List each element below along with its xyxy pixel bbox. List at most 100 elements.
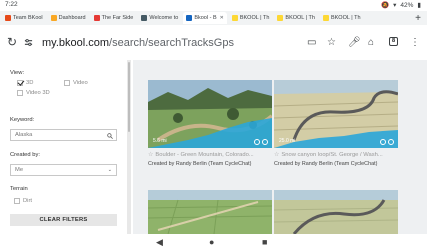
3d-badge-icon <box>254 139 260 145</box>
track-preview-image <box>274 190 398 234</box>
tab-favicon <box>5 15 11 21</box>
clear-filters-button[interactable]: CLEAR FILTERS <box>10 214 117 226</box>
tab-favicon <box>231 15 238 21</box>
keyword-label: Keyword: <box>10 117 35 123</box>
tab-favicon <box>186 15 193 21</box>
status-time: 7:22 <box>5 1 18 8</box>
keyword-value: Alaska <box>15 132 33 138</box>
view-option-3d[interactable]: 3D <box>17 80 33 86</box>
tab-label: Team BKool <box>13 15 43 21</box>
tab-label: BKOOL | Th <box>285 15 315 21</box>
track-thumbnail[interactable] <box>274 190 398 234</box>
track-title[interactable]: Boulder - Green Mountain, Colorado... <box>155 152 253 158</box>
terrain-label: Terrain <box>10 186 28 192</box>
track-card[interactable]: 5.6 mi ☆ Boulder - Green Mountain, Colora… <box>148 80 272 180</box>
tab-strip: Team BKool Dashboard The Far Side Welcom… <box>0 11 427 25</box>
track-title-row: ☆ Snow canyon loop/St. George / Wash... <box>274 151 398 159</box>
battery-level: 42% <box>400 1 414 9</box>
tab-label: Bkool - B <box>194 15 217 21</box>
tab-5[interactable]: BKOOL | Th <box>229 12 273 24</box>
wifi-icon: ▾ <box>393 2 397 9</box>
system-nav-bar: ◀ ● ■ <box>0 234 427 250</box>
tab-6[interactable]: BKOOL | Th <box>274 12 318 24</box>
chevron-down-icon: ⌄ <box>107 167 112 173</box>
url-path: /search/searchTracksGps <box>109 37 234 49</box>
star-icon[interactable]: ☆ <box>148 151 153 158</box>
checkbox-label: Dirt <box>23 198 33 204</box>
filter-sidebar: View: 3D Video Video 3D Keyword: Alaska … <box>0 60 126 234</box>
tab-favicon <box>322 15 329 21</box>
url-host: my.bkool.com <box>42 37 110 49</box>
view-label: View: <box>10 70 25 76</box>
url-field[interactable]: my.bkool.com/search/searchTracksGps <box>42 37 234 49</box>
home-button-icon[interactable]: ● <box>209 237 214 247</box>
track-card[interactable] <box>148 190 272 234</box>
tab-switcher-button[interactable]: 8 <box>389 37 398 46</box>
track-title-row: ☆ Boulder - Green Mountain, Colorado... <box>148 151 272 159</box>
track-thumbnail[interactable]: 25.0 mi <box>274 80 398 148</box>
tab-favicon <box>93 15 100 21</box>
page-content: View: 3D Video Video 3D Keyword: Alaska … <box>0 60 427 234</box>
created-by-select[interactable]: Me ⌄ <box>10 164 117 176</box>
reload-icon[interactable]: ↻ <box>7 35 17 49</box>
address-bar: ↻ my.bkool.com/search/searchTracksGps ▭ … <box>0 28 427 58</box>
checkbox-video[interactable] <box>64 80 70 86</box>
mic-icon[interactable]: 🎤︎ <box>348 37 361 48</box>
home-icon[interactable]: ⌂ <box>368 37 374 48</box>
tab-label: BKOOL | Th <box>330 15 361 21</box>
checkbox-label: Video <box>73 80 88 86</box>
checkbox-video-3d[interactable] <box>17 90 23 96</box>
location-badge-icon <box>388 139 394 145</box>
tab-7[interactable]: BKOOL | Th <box>320 12 364 24</box>
tab-favicon <box>50 15 57 21</box>
view-option-video[interactable]: Video <box>64 80 88 86</box>
tab-label: Dashboard <box>58 15 86 21</box>
location-badge-icon <box>262 139 268 145</box>
track-card[interactable]: 25.0 mi ☆ Snow canyon loop/St. George / W… <box>274 80 398 180</box>
recents-icon[interactable]: ■ <box>262 237 267 247</box>
tab-label: Welcome to <box>149 15 179 21</box>
track-preview-image <box>148 190 272 234</box>
new-tab-icon[interactable]: + <box>415 13 421 24</box>
cast-icon[interactable]: ▭ <box>307 37 316 48</box>
track-thumbnail[interactable]: 5.6 mi <box>148 80 272 148</box>
track-card[interactable] <box>274 190 398 234</box>
track-title[interactable]: Snow canyon loop/St. George / Wash... <box>281 152 382 158</box>
overflow-menu-icon[interactable]: ⋮ <box>410 37 420 48</box>
battery-icon: ▮ <box>417 2 421 9</box>
bookmark-icon[interactable]: ☆ <box>327 37 336 48</box>
site-info-icon[interactable] <box>24 38 33 47</box>
tab-label: BKOOL | Th <box>239 15 270 21</box>
checkbox-label: 3D <box>26 80 34 86</box>
tab-label: The Far Side <box>101 15 134 21</box>
track-badges <box>254 139 268 145</box>
track-author: Created by Randy Berlin (Team CycleChat) <box>274 161 378 167</box>
terrain-option-dirt[interactable]: Dirt <box>14 198 32 204</box>
search-icon[interactable] <box>107 133 113 139</box>
checkbox-3d[interactable] <box>17 80 23 86</box>
sidebar-scrollbar[interactable] <box>127 60 131 234</box>
status-bar: 7:22 🔕 ▾ 42% ▮ <box>0 0 427 10</box>
back-icon[interactable]: ◀ <box>156 237 163 248</box>
track-author: Created by Randy Berlin (Team CycleChat) <box>148 161 252 167</box>
created-by-label: Created by: <box>10 152 40 158</box>
track-thumbnail[interactable] <box>148 190 272 234</box>
tab-favicon <box>141 15 148 21</box>
tab-2[interactable]: The Far Side <box>91 12 137 24</box>
results-grid: 5.6 mi ☆ Boulder - Green Mountain, Colora… <box>133 60 427 234</box>
close-tab-icon[interactable]: ✕ <box>220 15 224 21</box>
tab-4-active[interactable]: Bkool - B ✕ <box>183 12 227 24</box>
tab-0[interactable]: Team BKool <box>2 12 46 24</box>
view-option-video-3d[interactable]: Video 3D <box>17 90 50 96</box>
checkbox-dirt[interactable] <box>14 198 20 204</box>
keyword-input[interactable]: Alaska <box>10 129 117 141</box>
tab-1[interactable]: Dashboard <box>48 12 89 24</box>
track-distance: 25.0 mi <box>279 138 296 144</box>
star-icon[interactable]: ☆ <box>274 151 279 158</box>
tab-favicon <box>277 15 284 21</box>
created-by-value: Me <box>15 167 24 173</box>
track-distance: 5.6 mi <box>153 138 167 144</box>
tab-3[interactable]: Welcome to <box>138 12 181 24</box>
mute-icon: 🔕 <box>381 2 390 9</box>
checkbox-label: Video 3D <box>26 90 50 96</box>
